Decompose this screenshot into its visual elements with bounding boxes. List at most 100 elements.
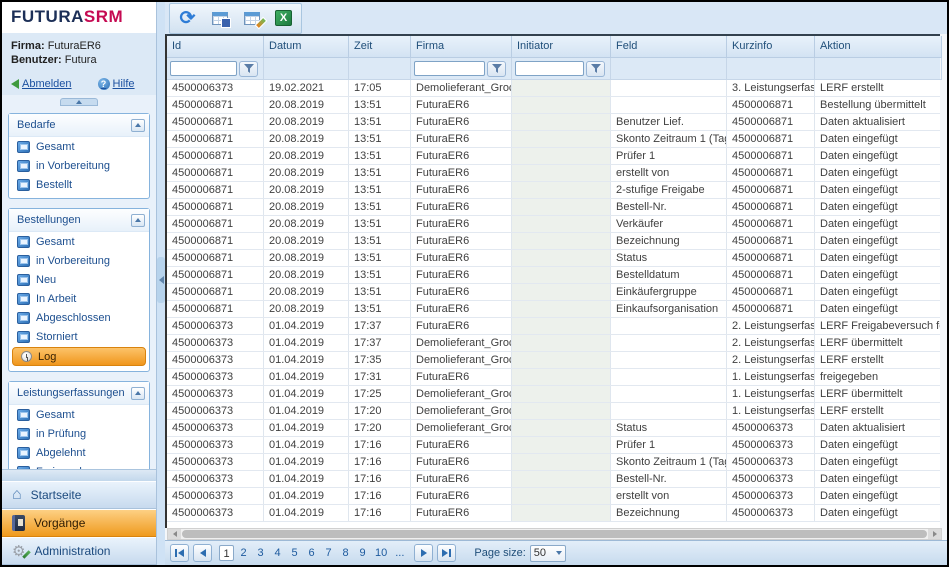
last-page-button[interactable]	[437, 544, 456, 562]
table-row[interactable]: 450000687120.08.201913:51FuturaER6Einkäu…	[167, 284, 940, 301]
table-row[interactable]: 450000687120.08.201913:51FuturaER6erstel…	[167, 165, 940, 182]
cell-firma: FuturaER6	[411, 267, 512, 283]
table-row[interactable]: 450000687120.08.201913:51FuturaER6450000…	[167, 97, 940, 114]
sidebar-collapse-handle[interactable]	[157, 257, 165, 303]
page-size-select[interactable]: 50	[530, 545, 566, 562]
page-number-6[interactable]: 6	[304, 545, 319, 561]
column-header-id[interactable]: Id	[167, 36, 264, 58]
table-row[interactable]: 450000687120.08.201913:51FuturaER6Bestel…	[167, 267, 940, 284]
page-number-3[interactable]: 3	[253, 545, 268, 561]
table-row[interactable]: 450000637301.04.201917:20Demolieferant_G…	[167, 420, 940, 437]
group-collapse-button[interactable]	[131, 119, 145, 132]
table-row[interactable]: 450000637301.04.201917:37Demolieferant_G…	[167, 335, 940, 352]
filter-input-firma[interactable]	[414, 61, 485, 76]
help-link[interactable]: Hilfe	[98, 78, 135, 90]
table-row[interactable]: 450000637301.04.201917:16FuturaER6Bestel…	[167, 471, 940, 488]
sidebar-item-log[interactable]: Log	[12, 347, 146, 366]
table-row[interactable]: 450000687120.08.201913:51FuturaER62-stuf…	[167, 182, 940, 199]
column-header-aktion[interactable]: Aktion	[815, 36, 942, 58]
table-row[interactable]: 450000637301.04.201917:35Demolieferant_G…	[167, 352, 940, 369]
column-header-feld[interactable]: Feld	[611, 36, 727, 58]
table-row[interactable]: 450000637301.04.201917:20Demolieferant_G…	[167, 403, 940, 420]
table-row[interactable]: 450000637301.04.201917:16FuturaER6Bezeic…	[167, 505, 940, 522]
page-number-7[interactable]: 7	[321, 545, 336, 561]
table-row[interactable]: 450000637301.04.201917:16FuturaER6Prüfer…	[167, 437, 940, 454]
table-row[interactable]: 450000687120.08.201913:51FuturaER6Prüfer…	[167, 148, 940, 165]
column-header-zeit[interactable]: Zeit	[349, 36, 411, 58]
table-row[interactable]: 450000637301.04.201917:37FuturaER62. Lei…	[167, 318, 940, 335]
group-collapse-button[interactable]	[131, 387, 145, 400]
sidebar-item-in-arbeit[interactable]: In Arbeit	[9, 289, 149, 308]
table-row[interactable]: 450000637301.04.201917:16FuturaER6Skonto…	[167, 454, 940, 471]
save-grid-layout-button[interactable]	[205, 6, 234, 31]
column-header-initiator[interactable]: Initiator	[512, 36, 611, 58]
sidebar-item-abgelehnt[interactable]: Abgelehnt	[9, 443, 149, 462]
nav-item-vorg-nge[interactable]: Vorgänge	[2, 509, 156, 537]
query-icon	[17, 409, 30, 421]
nav-item-startseite[interactable]: Startseite	[2, 481, 156, 509]
page-number-2[interactable]: 2	[236, 545, 251, 561]
sidebar-splitter[interactable]	[157, 2, 165, 565]
cell-datum: 20.08.2019	[264, 233, 349, 249]
cell-id: 4500006373	[167, 403, 264, 419]
sidebar-item-neu[interactable]: Neu	[9, 270, 149, 289]
first-page-button[interactable]	[170, 544, 189, 562]
sidebar-item-in-vorbereitung[interactable]: in Vorbereitung	[9, 156, 149, 175]
filter-input-initiator[interactable]	[515, 61, 584, 76]
table-row[interactable]: 450000637301.04.201917:25Demolieferant_G…	[167, 386, 940, 403]
cell-id: 4500006871	[167, 284, 264, 300]
previous-page-button[interactable]	[193, 544, 212, 562]
cell-firma: FuturaER6	[411, 437, 512, 453]
table-row[interactable]: 450000637319.02.202117:05Demolieferant_G…	[167, 80, 940, 97]
cell-kurzinfo: 4500006871	[727, 131, 815, 147]
refresh-button[interactable]	[173, 6, 202, 31]
page-number-5[interactable]: 5	[287, 545, 302, 561]
cell-initiator	[512, 80, 611, 96]
sidebar-item-freigegeben[interactable]: Freigegeben	[9, 462, 149, 469]
edit-grid-button[interactable]	[237, 6, 266, 31]
table-row[interactable]: 450000687120.08.201913:51FuturaER6Bestel…	[167, 199, 940, 216]
sidebar-item-abgeschlossen[interactable]: Abgeschlossen	[9, 308, 149, 327]
sidebar-item-gesamt[interactable]: Gesamt	[9, 232, 149, 251]
nav-item-administration[interactable]: Administration	[2, 537, 156, 565]
sidebar-item-gesamt[interactable]: Gesamt	[9, 405, 149, 424]
filter-button-initiator[interactable]	[586, 61, 605, 77]
table-row[interactable]: 450000687120.08.201913:51FuturaER6Status…	[167, 250, 940, 267]
sidebar-item-storniert[interactable]: Storniert	[9, 327, 149, 346]
table-row[interactable]: 450000687120.08.201913:51FuturaER6Einkau…	[167, 301, 940, 318]
cell-zeit: 17:05	[349, 80, 411, 96]
table-row[interactable]: 450000687120.08.201913:51FuturaER6Verkäu…	[167, 216, 940, 233]
scroll-left-button[interactable]	[168, 529, 181, 539]
page-number-10[interactable]: 10	[372, 545, 390, 561]
column-header-kurzinfo[interactable]: Kurzinfo	[727, 36, 815, 58]
nav-separator[interactable]	[2, 469, 156, 481]
sidebar-item-gesamt[interactable]: Gesamt	[9, 137, 149, 156]
cell-datum: 20.08.2019	[264, 250, 349, 266]
sidebar-item-bestellt[interactable]: Bestellt	[9, 175, 149, 194]
horizontal-scrollbar[interactable]	[167, 528, 942, 540]
filter-input-id[interactable]	[170, 61, 237, 76]
table-row[interactable]: 450000687120.08.201913:51FuturaER6Skonto…	[167, 131, 940, 148]
table-row[interactable]: 450000687120.08.201913:51FuturaER6Benutz…	[167, 114, 940, 131]
page-number-8[interactable]: 8	[338, 545, 353, 561]
scrollbar-thumb[interactable]	[182, 530, 927, 538]
sidebar-collapse-tab[interactable]	[60, 98, 98, 106]
table-row[interactable]: 450000637301.04.201917:31FuturaER61. Lei…	[167, 369, 940, 386]
excel-export-button[interactable]	[269, 6, 298, 31]
table-row[interactable]: 450000637301.04.201917:16FuturaER6erstel…	[167, 488, 940, 505]
page-number-1[interactable]: 1	[219, 545, 234, 561]
page-number-9[interactable]: 9	[355, 545, 370, 561]
column-header-firma[interactable]: Firma	[411, 36, 512, 58]
group-collapse-button[interactable]	[131, 214, 145, 227]
page-number-4[interactable]: 4	[270, 545, 285, 561]
logout-link[interactable]: Abmelden	[11, 78, 72, 90]
table-row[interactable]: 450000687120.08.201913:51FuturaER6Bezeic…	[167, 233, 940, 250]
filter-button-id[interactable]	[239, 61, 258, 77]
column-header-datum[interactable]: Datum	[264, 36, 349, 58]
sidebar-item-in-vorbereitung[interactable]: in Vorbereitung	[9, 251, 149, 270]
binder-icon	[12, 515, 25, 531]
filter-button-firma[interactable]	[487, 61, 506, 77]
next-page-button[interactable]	[414, 544, 433, 562]
scroll-right-button[interactable]	[928, 529, 941, 539]
sidebar-item-in-pr-fung[interactable]: in Prüfung	[9, 424, 149, 443]
